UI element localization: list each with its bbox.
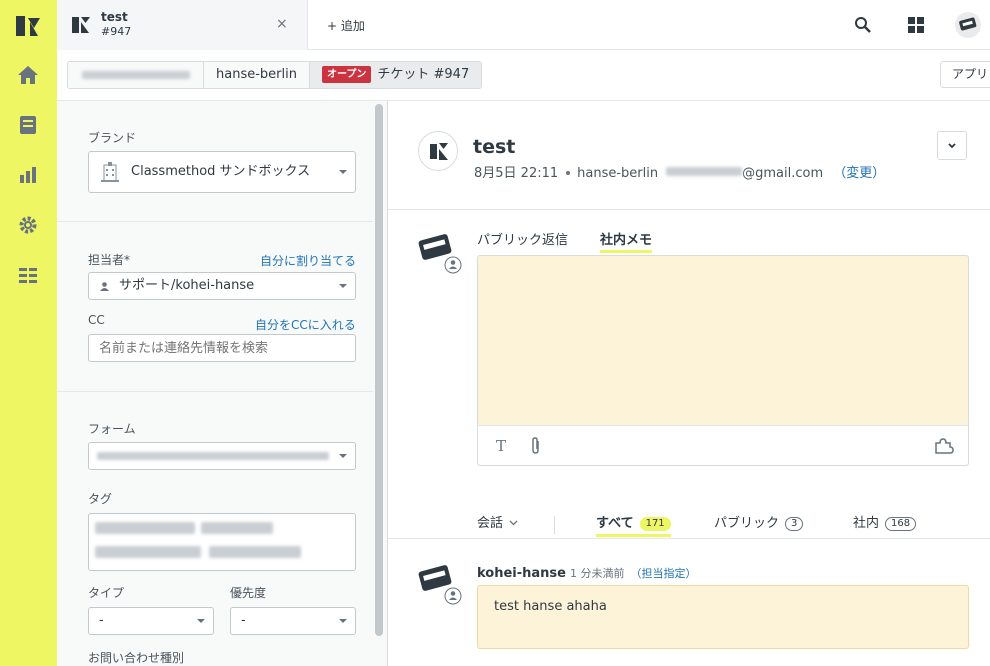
comment-time: 1 分未満前 bbox=[570, 567, 625, 580]
zendesk-logo-icon[interactable] bbox=[14, 14, 42, 38]
cc-label: CC bbox=[88, 313, 105, 327]
breadcrumb-bar: hanse-berlin オープン チケット #947 アプリ bbox=[57, 50, 990, 101]
breadcrumb: hanse-berlin オープン チケット #947 bbox=[67, 61, 483, 89]
guide-icon[interactable] bbox=[16, 263, 40, 287]
breadcrumb-ticket-label: チケット #947 bbox=[377, 67, 470, 82]
search-icon[interactable] bbox=[854, 16, 872, 34]
count-internal: 168 bbox=[885, 517, 917, 531]
cc-me-link[interactable]: 自分をCCに入れる bbox=[255, 316, 356, 333]
assign-to-me-link[interactable]: 自分に割り当てる bbox=[260, 252, 356, 269]
tab-title: test bbox=[101, 10, 128, 24]
home-icon[interactable] bbox=[16, 63, 40, 87]
user-avatar[interactable] bbox=[955, 12, 981, 38]
requester-email: @gmail.com bbox=[742, 166, 824, 181]
chevron-down-icon bbox=[339, 454, 347, 458]
add-tab-button[interactable]: + 追加 bbox=[327, 17, 365, 34]
sidebar-scrollbar[interactable] bbox=[375, 104, 383, 636]
conversation-filters: 会話 すべて 171 パブリック 3 社内 168 bbox=[388, 506, 990, 539]
reporting-icon[interactable] bbox=[16, 163, 40, 187]
cc-search-input[interactable] bbox=[88, 334, 356, 362]
count-public: 3 bbox=[785, 517, 804, 531]
change-requester-link[interactable]: （変更） bbox=[833, 166, 885, 181]
form-select[interactable] bbox=[88, 442, 356, 470]
building-icon bbox=[101, 162, 119, 182]
comment-author-avatar bbox=[417, 560, 462, 605]
views-icon[interactable] bbox=[16, 113, 40, 137]
comment-header: kohei-hanse 1 分未満前 （担当指定） bbox=[477, 565, 697, 581]
agent-avatar bbox=[417, 229, 462, 274]
product-rail bbox=[0, 0, 57, 666]
count-all: 171 bbox=[639, 517, 671, 531]
filter-internal[interactable]: 社内 168 bbox=[853, 512, 917, 531]
breadcrumb-requester[interactable]: hanse-berlin bbox=[204, 62, 310, 88]
editor-toolbar: T bbox=[478, 425, 968, 465]
ticket-options-button[interactable] bbox=[937, 131, 967, 160]
tab-internal-note[interactable]: 社内メモ bbox=[600, 229, 653, 253]
ticket-conversation: test 8月5日 22:11 hanse-berlin @gmail.com （変… bbox=[388, 101, 990, 666]
form-section: フォーム タグ タイプ 優先度 - - お問い合わせ種別 bbox=[57, 392, 373, 666]
chevron-down-icon bbox=[197, 619, 205, 623]
top-bar: test #947 × + 追加 bbox=[57, 0, 990, 50]
tab-ticket-number: #947 bbox=[101, 25, 132, 38]
zendesk-logo-icon bbox=[72, 17, 90, 33]
type-select[interactable]: - bbox=[88, 607, 214, 635]
comment-author[interactable]: kohei-hanse bbox=[477, 566, 566, 581]
reply-editor[interactable]: T bbox=[477, 255, 969, 466]
ticket-properties-panel: ブランド Classmethod サンドボックス 担当者* 自分に割り当てる サ… bbox=[57, 101, 388, 666]
apps-grid-icon[interactable] bbox=[908, 17, 924, 33]
ticket-tab[interactable]: test #947 × bbox=[57, 0, 308, 50]
breadcrumb-ticket[interactable]: オープン チケット #947 bbox=[309, 62, 482, 88]
status-badge: オープン bbox=[321, 66, 372, 83]
type-value: - bbox=[99, 613, 104, 628]
apps-puzzle-icon[interactable] bbox=[934, 437, 954, 455]
chevron-down-icon bbox=[339, 619, 347, 623]
priority-value: - bbox=[241, 613, 246, 628]
brand-label: ブランド bbox=[88, 131, 137, 145]
zendesk-logo-icon bbox=[430, 143, 448, 160]
ticket-subject: test bbox=[473, 136, 516, 158]
chevron-down-icon bbox=[339, 284, 347, 288]
chevron-down-icon bbox=[339, 170, 347, 174]
assignee-section: 担当者* 自分に割り当てる サポート/kohei-hanse CC 自分をCCに… bbox=[57, 222, 373, 392]
brand-section: ブランド Classmethod サンドボックス bbox=[57, 101, 373, 222]
internal-note-comment: test hanse ahaha bbox=[477, 585, 969, 649]
filter-public[interactable]: パブリック 3 bbox=[714, 512, 804, 531]
comment-body: test hanse ahaha bbox=[494, 599, 607, 614]
person-icon bbox=[100, 282, 109, 291]
assignee-label: 担当者* bbox=[88, 253, 131, 267]
conversation-dropdown[interactable]: 会話 bbox=[477, 512, 518, 531]
tab-public-reply[interactable]: パブリック返信 bbox=[477, 229, 568, 248]
admin-gear-icon[interactable] bbox=[16, 213, 40, 237]
brand-value: Classmethod サンドボックス bbox=[131, 164, 311, 179]
brand-avatar bbox=[418, 131, 458, 171]
attachment-icon[interactable] bbox=[530, 437, 542, 455]
filter-all[interactable]: すべて 171 bbox=[596, 512, 671, 537]
text-format-icon[interactable]: T bbox=[496, 437, 506, 455]
close-icon[interactable]: × bbox=[276, 16, 288, 32]
ticket-meta: 8月5日 22:11 hanse-berlin @gmail.com （変更） bbox=[474, 162, 885, 181]
comment-assigned-badge[interactable]: （担当指定） bbox=[631, 567, 697, 580]
chevron-down-icon bbox=[509, 520, 518, 526]
brand-select[interactable]: Classmethod サンドボックス bbox=[88, 151, 356, 193]
inquiry-type-label: お問い合わせ種別 bbox=[88, 651, 185, 665]
assignee-select[interactable]: サポート/kohei-hanse bbox=[88, 272, 356, 300]
tags-label: タグ bbox=[88, 492, 113, 506]
requester-name[interactable]: hanse-berlin bbox=[577, 166, 658, 181]
priority-label: 優先度 bbox=[230, 586, 267, 600]
apps-button[interactable]: アプリ bbox=[940, 61, 990, 88]
tags-input[interactable] bbox=[88, 513, 356, 571]
ticket-date: 8月5日 22:11 bbox=[474, 166, 559, 181]
priority-select[interactable]: - bbox=[230, 607, 356, 635]
breadcrumb-organization[interactable] bbox=[68, 62, 204, 88]
form-label: フォーム bbox=[88, 422, 136, 436]
type-label: タイプ bbox=[88, 586, 125, 600]
chevron-down-icon bbox=[948, 143, 956, 149]
assignee-value: サポート/kohei-hanse bbox=[119, 278, 255, 293]
